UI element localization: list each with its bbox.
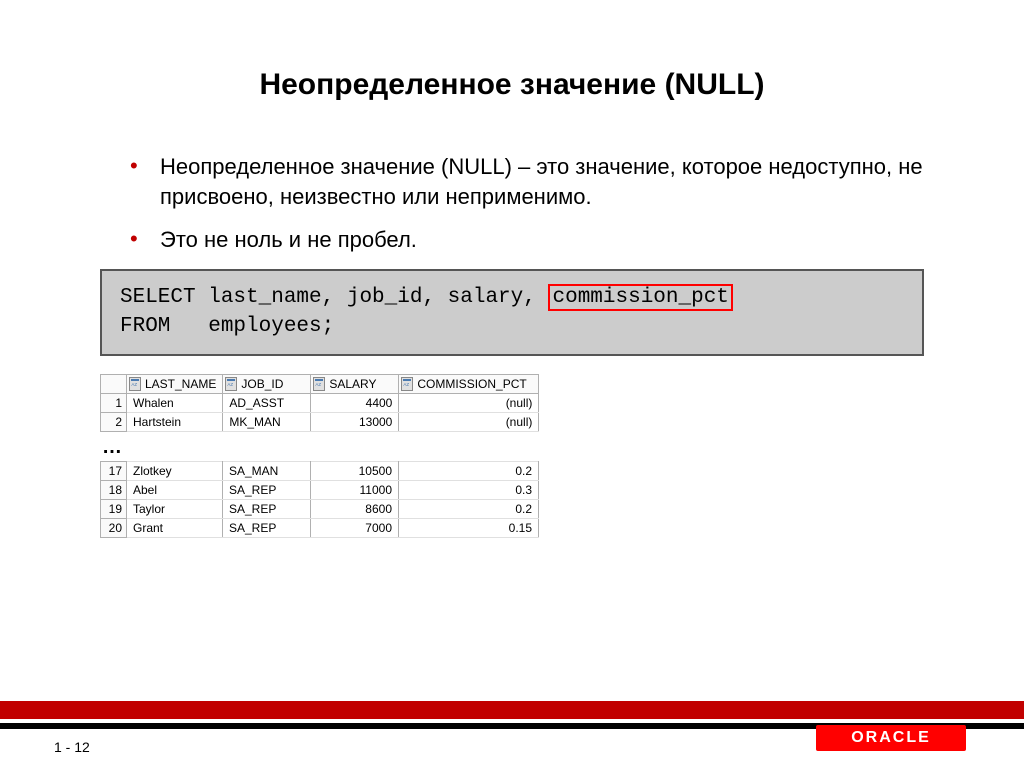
- cell: 8600: [311, 499, 399, 518]
- column-icon: [129, 377, 141, 391]
- column-label: JOB_ID: [241, 377, 283, 391]
- rownum-cell: 20: [101, 518, 127, 537]
- slide: Неопределенное значение (NULL) Неопредел…: [0, 0, 1024, 767]
- cell: 11000: [311, 480, 399, 499]
- table-row: 20 Grant SA_REP 7000 0.15: [101, 518, 539, 537]
- slide-number: 1 - 12: [54, 739, 90, 755]
- ellipsis: …: [100, 432, 924, 461]
- table-row: 17 Zlotkey SA_MAN 10500 0.2: [101, 461, 539, 480]
- cell: AD_ASST: [223, 393, 311, 412]
- table-row: 19 Taylor SA_REP 8600 0.2: [101, 499, 539, 518]
- column-header: LAST_NAME: [127, 374, 223, 393]
- code-text: SELECT last_name, job_id, salary,: [120, 286, 548, 309]
- table-row: 1 Whalen AD_ASST 4400 (null): [101, 393, 539, 412]
- cell: 13000: [311, 412, 399, 431]
- column-icon: [401, 377, 413, 391]
- cell: 0.2: [399, 499, 539, 518]
- code-highlight: commission_pct: [548, 284, 732, 311]
- cell: 10500: [311, 461, 399, 480]
- result-table-top: LAST_NAME JOB_ID SALARY COMMISSION_PCT 1…: [100, 374, 539, 432]
- cell: (null): [399, 412, 539, 431]
- cell: Zlotkey: [127, 461, 223, 480]
- cell: Grant: [127, 518, 223, 537]
- result-area: LAST_NAME JOB_ID SALARY COMMISSION_PCT 1…: [100, 374, 924, 538]
- cell: 0.15: [399, 518, 539, 537]
- rownum-cell: 19: [101, 499, 127, 518]
- cell: Whalen: [127, 393, 223, 412]
- table-row: 2 Hartstein MK_MAN 13000 (null): [101, 412, 539, 431]
- cell: 4400: [311, 393, 399, 412]
- cell: Hartstein: [127, 412, 223, 431]
- cell: SA_REP: [223, 499, 311, 518]
- column-label: SALARY: [329, 377, 376, 391]
- rownum-cell: 2: [101, 412, 127, 431]
- oracle-logo: ORACLE: [816, 725, 966, 751]
- column-icon: [225, 377, 237, 391]
- rownum-cell: 18: [101, 480, 127, 499]
- cell: (null): [399, 393, 539, 412]
- cell: 7000: [311, 518, 399, 537]
- result-table-bottom: 17 Zlotkey SA_MAN 10500 0.2 18 Abel SA_R…: [100, 461, 539, 538]
- column-header: JOB_ID: [223, 374, 311, 393]
- column-header: SALARY: [311, 374, 399, 393]
- cell: Taylor: [127, 499, 223, 518]
- column-label: COMMISSION_PCT: [417, 377, 526, 391]
- cell: 0.2: [399, 461, 539, 480]
- sql-code-block: SELECT last_name, job_id, salary, commis…: [100, 269, 924, 356]
- content-area: Неопределенное значение (NULL) – это зна…: [0, 152, 1024, 538]
- bullet-item: Это не ноль и не пробел.: [120, 225, 924, 255]
- cell: Abel: [127, 480, 223, 499]
- column-header: COMMISSION_PCT: [399, 374, 539, 393]
- bullet-list: Неопределенное значение (NULL) – это зна…: [100, 152, 924, 255]
- cell: SA_MAN: [223, 461, 311, 480]
- footer-bar-red: [0, 701, 1024, 719]
- bullet-item: Неопределенное значение (NULL) – это зна…: [120, 152, 924, 211]
- cell: 0.3: [399, 480, 539, 499]
- cell: MK_MAN: [223, 412, 311, 431]
- cell: SA_REP: [223, 518, 311, 537]
- rownum-cell: 17: [101, 461, 127, 480]
- page-title: Неопределенное значение (NULL): [0, 0, 1024, 152]
- rownum-header: [101, 374, 127, 393]
- cell: SA_REP: [223, 480, 311, 499]
- column-label: LAST_NAME: [145, 377, 216, 391]
- code-text: FROM employees;: [120, 315, 334, 338]
- table-row: 18 Abel SA_REP 11000 0.3: [101, 480, 539, 499]
- column-icon: [313, 377, 325, 391]
- rownum-cell: 1: [101, 393, 127, 412]
